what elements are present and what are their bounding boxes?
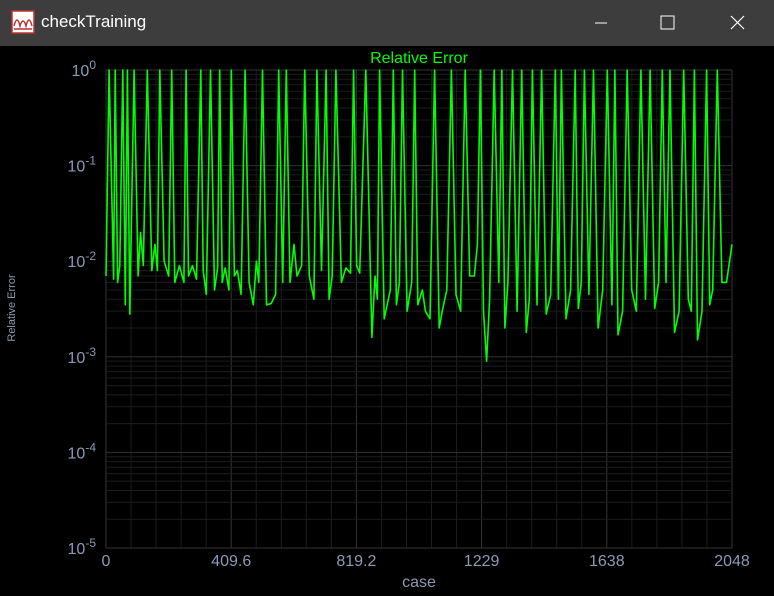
y-tick-label: 10-5	[68, 536, 97, 558]
x-tick-label: 1638	[589, 553, 625, 570]
app-window: checkTraining 100 10-1 10-2 10-3 10-4 10-5 0 4…	[0, 0, 774, 596]
maximize-icon[interactable]	[644, 0, 690, 46]
y-tick-label: 100	[72, 58, 97, 80]
y-tick-labels: 100 10-1 10-2 10-3 10-4 10-5	[68, 58, 97, 558]
x-tick-label: 1229	[464, 553, 500, 570]
close-icon[interactable]	[714, 0, 760, 46]
relative-error-chart: 100 10-1 10-2 10-3 10-4 10-5 0 409.6 819.2 1229 1…	[6, 50, 750, 591]
x-tick-label: 2048	[714, 553, 750, 570]
x-tick-label: 819.2	[336, 553, 376, 570]
y-tick-label: 10-1	[68, 154, 97, 176]
window-title: checkTraining	[41, 12, 147, 31]
x-tick-label: 0	[102, 553, 111, 570]
y-tick-label: 10-3	[68, 345, 97, 367]
minimize-icon[interactable]	[578, 0, 624, 46]
chart-app-icon	[11, 10, 35, 34]
chart-title: Relative Error	[370, 50, 468, 67]
x-tick-label: 409.6	[211, 553, 251, 570]
title-bar[interactable]: checkTraining	[0, 0, 774, 46]
x-tick-labels: 0 409.6 819.2 1229 1638 2048	[102, 553, 750, 570]
y-tick-label: 10-4	[68, 440, 97, 462]
x-axis-label: case	[402, 574, 436, 591]
y-tick-label: 10-2	[68, 249, 97, 271]
y-axis-label: Relative Error	[6, 274, 18, 342]
